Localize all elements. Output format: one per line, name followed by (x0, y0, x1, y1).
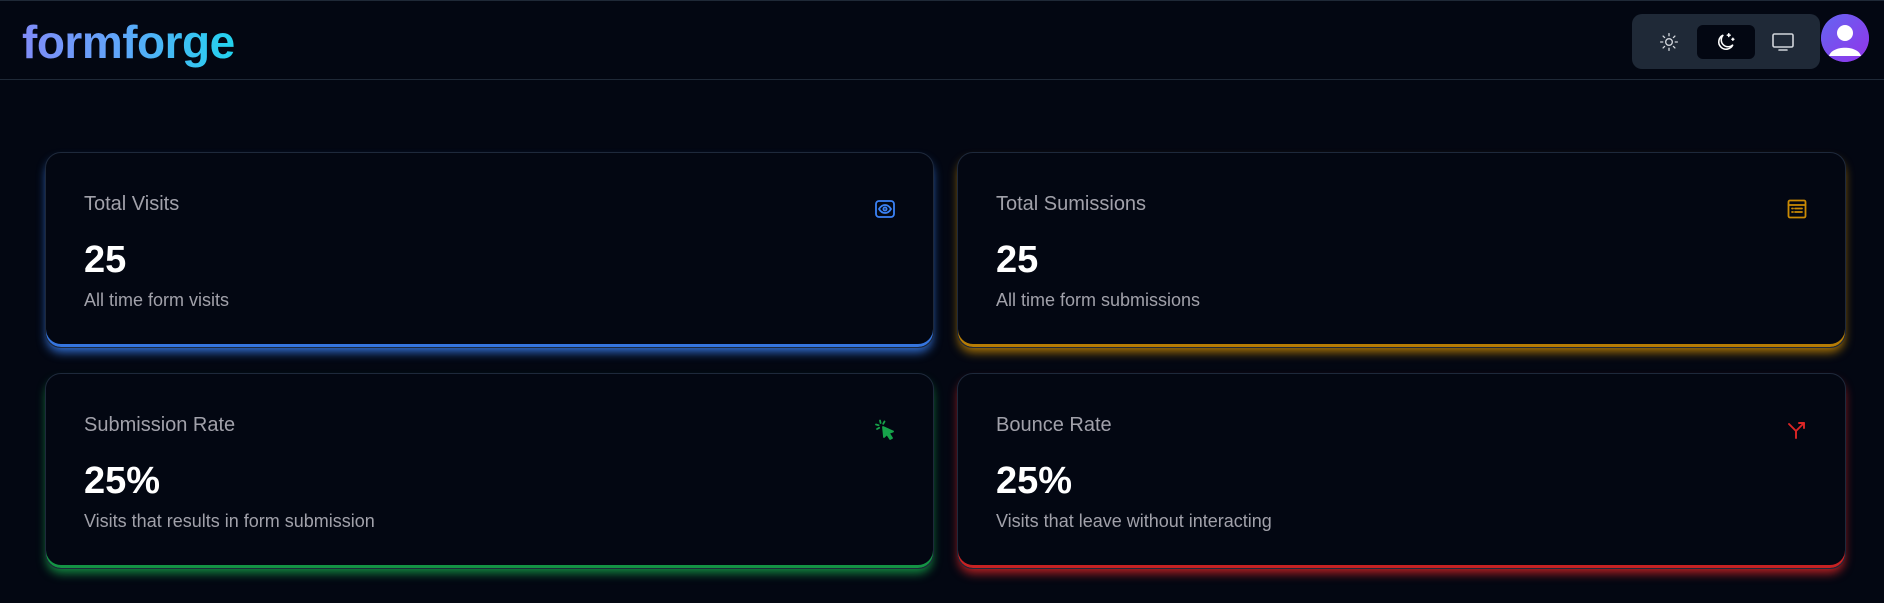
card-value: 25 (996, 239, 1039, 281)
theme-switcher (1632, 14, 1820, 69)
theme-system-button[interactable] (1755, 25, 1812, 59)
submission-rate-card: Submission Rate 25% Visits that results … (45, 373, 934, 569)
cursor-click-icon (875, 419, 894, 440)
monitor-icon (1772, 32, 1795, 51)
top-navbar: formforge (0, 0, 1884, 80)
card-value: 25 (84, 239, 127, 281)
card-value: 25% (84, 460, 161, 502)
card-title: Submission Rate (84, 414, 236, 436)
split-arrow-icon (1788, 422, 1805, 439)
card-description: Visits that results in form submission (84, 511, 375, 531)
dashboard-page: formforge Total Visits 25 All time form … (0, 0, 1884, 603)
theme-dark-button[interactable] (1697, 24, 1755, 59)
card-title: Bounce Rate (996, 414, 1112, 436)
bounce-rate-card: Bounce Rate 25% Visits that leave withou… (957, 373, 1846, 569)
form-icon (1787, 199, 1807, 219)
moon-icon (1718, 32, 1735, 50)
app-logo[interactable]: formforge (22, 15, 235, 69)
sun-icon (1659, 32, 1678, 51)
user-avatar[interactable] (1821, 14, 1869, 62)
card-title: Total Visits (84, 193, 180, 215)
card-description: All time form submissions (996, 290, 1201, 310)
eye-icon (875, 200, 895, 218)
card-description: All time form visits (84, 290, 230, 310)
card-description: Visits that leave without interacting (996, 511, 1272, 531)
total-submissions-card: Total Sumissions 25 All time form submis… (957, 152, 1846, 348)
user-avatar-icon (1821, 14, 1869, 62)
theme-light-button[interactable] (1640, 25, 1697, 59)
total-visits-card: Total Visits 25 All time form visits (45, 152, 934, 348)
card-title: Total Sumissions (996, 193, 1147, 215)
card-value: 25% (996, 460, 1073, 502)
